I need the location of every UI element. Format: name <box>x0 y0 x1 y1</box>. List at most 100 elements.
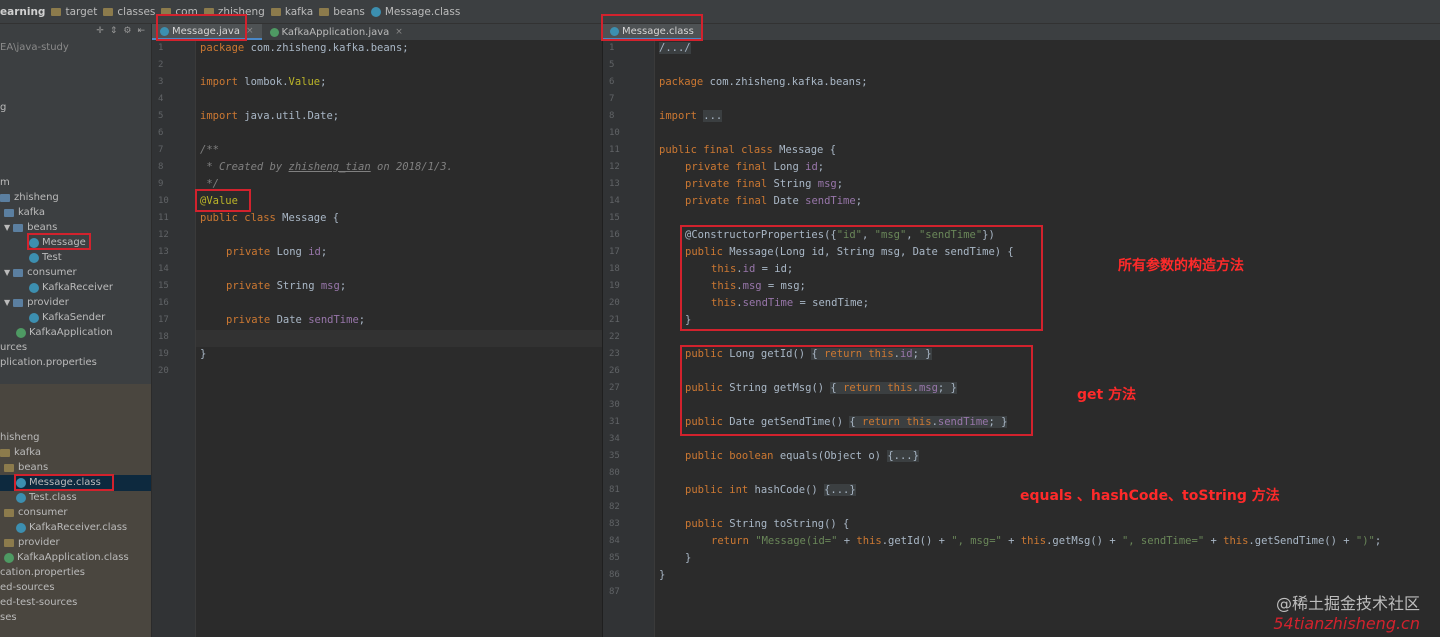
breadcrumb-zhisheng[interactable]: zhisheng <box>203 5 265 18</box>
tree-item-beans[interactable]: ▼ beans <box>4 220 57 235</box>
code-line: private final Date sendTime; <box>685 195 863 207</box>
tree-item-test-class[interactable]: Test.class <box>16 490 77 505</box>
hide-icon[interactable]: ⇤ <box>137 26 145 36</box>
line-number: 17 <box>158 315 169 325</box>
breadcrumb-kafka[interactable]: kafka <box>270 6 313 18</box>
tree-item[interactable]: hisheng <box>0 430 40 445</box>
tab-message-class[interactable]: Message.class <box>602 24 702 40</box>
line-number: 34 <box>609 434 620 444</box>
tree-item-kafka-out[interactable]: kafka <box>0 445 41 460</box>
tab-message-java[interactable]: Message.java × <box>152 24 262 40</box>
tree-item-kafka-application[interactable]: KafkaApplication <box>16 325 113 340</box>
tree-item-kafka-application-class[interactable]: KafkaApplication.class <box>4 550 129 565</box>
breadcrumb-label: zhisheng <box>217 5 265 18</box>
left-gutter: 1 2 3 4 5 6 7 8 9 10 11 12 13 14 15 16 17 18 19 20 <box>152 40 196 637</box>
code-line: private String msg; <box>226 280 347 292</box>
line-number: 81 <box>609 485 620 495</box>
tree-item-test[interactable]: Test <box>29 250 62 265</box>
tree-label: Message.class <box>29 477 101 488</box>
tab-kafka-application-java[interactable]: KafkaApplication.java × <box>262 24 411 40</box>
line-number: 8 <box>609 111 615 121</box>
folder-icon <box>4 463 14 472</box>
line-number: 23 <box>609 349 620 359</box>
breadcrumb-com[interactable]: com <box>161 5 198 18</box>
class-file-icon <box>16 492 26 503</box>
tree-item[interactable]: ses <box>0 610 17 625</box>
tree-item-message-class[interactable]: Message.class <box>16 475 101 490</box>
chevron-down-icon[interactable]: ▼ <box>4 220 10 235</box>
line-number: 18 <box>158 332 169 342</box>
close-icon[interactable]: × <box>395 27 403 37</box>
tree-item-provider-out[interactable]: provider <box>4 535 60 550</box>
tree-item[interactable]: m <box>0 175 10 190</box>
tree-item-provider[interactable]: ▼ provider <box>4 295 69 310</box>
line-number: 20 <box>158 366 169 376</box>
collapse-icon[interactable]: ⇕ <box>110 26 118 36</box>
tree-item[interactable]: ed-test-sources <box>0 595 77 610</box>
folder-icon <box>0 448 10 457</box>
class-file-icon <box>610 26 619 36</box>
tree-item-kafka-receiver[interactable]: KafkaReceiver <box>29 280 113 295</box>
code-line: /** <box>200 144 219 156</box>
code-line: public Long getId() { return this.id; } <box>685 348 932 360</box>
breadcrumb-project[interactable]: earning <box>0 6 45 18</box>
code-line: public final class Message { <box>659 144 837 156</box>
chevron-down-icon[interactable]: ▼ <box>4 295 10 310</box>
tree-item-kafka-receiver-class[interactable]: KafkaReceiver.class <box>16 520 127 535</box>
tree-item-message[interactable]: Message <box>29 235 86 250</box>
tree-item[interactable]: cation.properties <box>0 565 85 580</box>
code-line: public int hashCode() {...} <box>685 484 856 496</box>
tree-item-consumer-out[interactable]: consumer <box>4 505 68 520</box>
line-number: 19 <box>609 281 620 291</box>
code-line: private final Long id; <box>685 161 825 173</box>
line-number: 15 <box>158 281 169 291</box>
tree-item-zhisheng[interactable]: zhisheng <box>0 190 59 205</box>
line-number: 14 <box>609 196 620 206</box>
tree-item-kafka-sender[interactable]: KafkaSender <box>29 310 105 325</box>
class-file-icon <box>16 522 26 533</box>
breadcrumb-message-class[interactable]: Message.class <box>370 6 460 18</box>
tree-label: consumer <box>18 507 68 518</box>
line-number: 1 <box>609 43 615 53</box>
class-icon <box>29 282 39 293</box>
code-line: package com.zhisheng.kafka.beans; <box>200 42 409 54</box>
tree-item-consumer[interactable]: ▼ consumer <box>4 265 77 280</box>
tree-item[interactable]: urces <box>0 340 27 355</box>
close-icon[interactable]: × <box>246 26 254 36</box>
tree-label: provider <box>27 297 69 308</box>
chevron-down-icon[interactable]: ▼ <box>4 265 10 280</box>
code-line: */ <box>200 178 219 190</box>
line-number: 22 <box>609 332 620 342</box>
code-line: import ... <box>659 110 723 122</box>
tab-label: Message.class <box>622 25 694 37</box>
breadcrumb-beans[interactable]: beans <box>319 6 365 18</box>
tree-item[interactable]: ed-sources <box>0 580 55 595</box>
line-number: 14 <box>158 264 169 274</box>
code-line: private Long id; <box>226 246 328 258</box>
tree-item[interactable]: plication.properties <box>0 355 97 370</box>
breadcrumb-label: com <box>175 5 198 18</box>
tree-label: Test.class <box>29 492 77 503</box>
tree-item-kafka[interactable]: kafka <box>4 205 45 220</box>
code-line: import java.util.Date; <box>200 110 340 122</box>
line-number: 6 <box>158 128 164 138</box>
folder-icon <box>203 7 214 16</box>
code-line: public Message(Long id, String msg, Date… <box>685 246 1014 258</box>
line-number: 10 <box>609 128 620 138</box>
line-number: 27 <box>609 383 620 393</box>
spring-class-icon <box>16 327 26 338</box>
breadcrumb-classes[interactable]: classes <box>103 6 155 18</box>
class-file-icon <box>4 552 14 563</box>
code-line: } <box>200 348 207 360</box>
code-line: @Value <box>200 195 238 207</box>
gear-icon[interactable]: ⚙ <box>123 26 131 36</box>
line-number: 10 <box>158 196 169 206</box>
tree-item[interactable]: g <box>0 100 6 115</box>
caret-line-highlight <box>196 330 602 347</box>
folder-icon <box>319 7 330 16</box>
breadcrumb-target[interactable]: target <box>51 6 97 18</box>
sync-icon[interactable]: ✛ <box>96 26 104 36</box>
line-number: 13 <box>609 179 620 189</box>
line-number: 16 <box>158 298 169 308</box>
tree-item-beans-out[interactable]: beans <box>4 460 48 475</box>
